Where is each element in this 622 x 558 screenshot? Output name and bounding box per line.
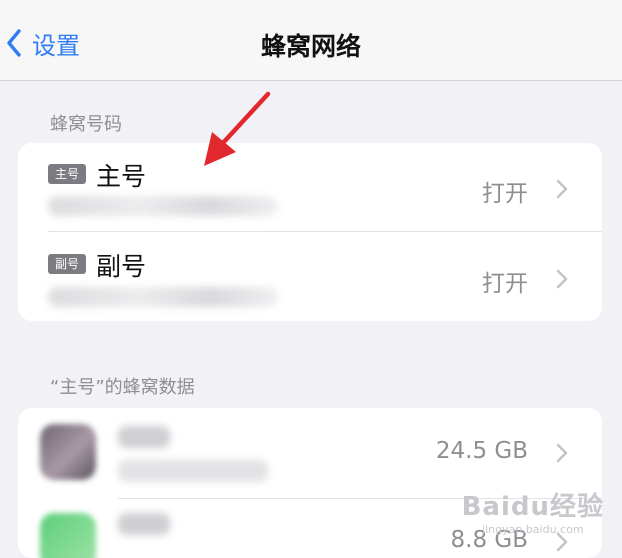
phone-number-blurred <box>48 196 278 216</box>
line-name-primary: 主号 <box>96 162 147 191</box>
sim-badge-primary: 主号 <box>48 164 86 184</box>
app-usage-row[interactable]: 24.5 GB <box>18 408 602 498</box>
chevron-right-icon <box>556 269 568 289</box>
watermark-brand: Baidu经验 <box>461 492 604 522</box>
app-usage-value: 24.5 GB <box>435 438 528 464</box>
annotation-arrow-icon <box>204 91 271 166</box>
phone-number-blurred <box>48 287 278 307</box>
navigation-bar: 设置 蜂窝网络 <box>0 0 622 81</box>
page-title: 蜂窝网络 <box>260 32 361 61</box>
app-name-blurred <box>118 426 170 448</box>
chevron-right-icon <box>556 179 568 199</box>
line-name-secondary: 副号 <box>96 252 147 281</box>
line-row-secondary[interactable]: 副号 副号 打开 <box>18 232 602 321</box>
app-name-blurred <box>118 513 170 535</box>
line-status-secondary: 打开 <box>482 271 528 297</box>
section-header-cellular-data: “主号”的蜂窝数据 <box>50 377 195 398</box>
line-row-primary[interactable]: 主号 主号 打开 <box>18 143 602 231</box>
watermark-logo: Baidu经验 jingyan.baidu.com <box>462 486 604 536</box>
app-subtitle-blurred <box>118 460 268 482</box>
section-header-cellular-numbers: 蜂窝号码 <box>50 114 122 135</box>
line-status-primary: 打开 <box>482 181 528 207</box>
sim-badge-secondary: 副号 <box>48 254 86 274</box>
watermark-domain: jingyan.baidu.com <box>482 523 584 536</box>
cellular-lines-card: 主号 主号 打开 副号 副号 打开 <box>18 143 602 321</box>
chevron-right-icon <box>556 443 568 463</box>
app-icon <box>40 424 96 480</box>
app-icon <box>40 513 96 558</box>
